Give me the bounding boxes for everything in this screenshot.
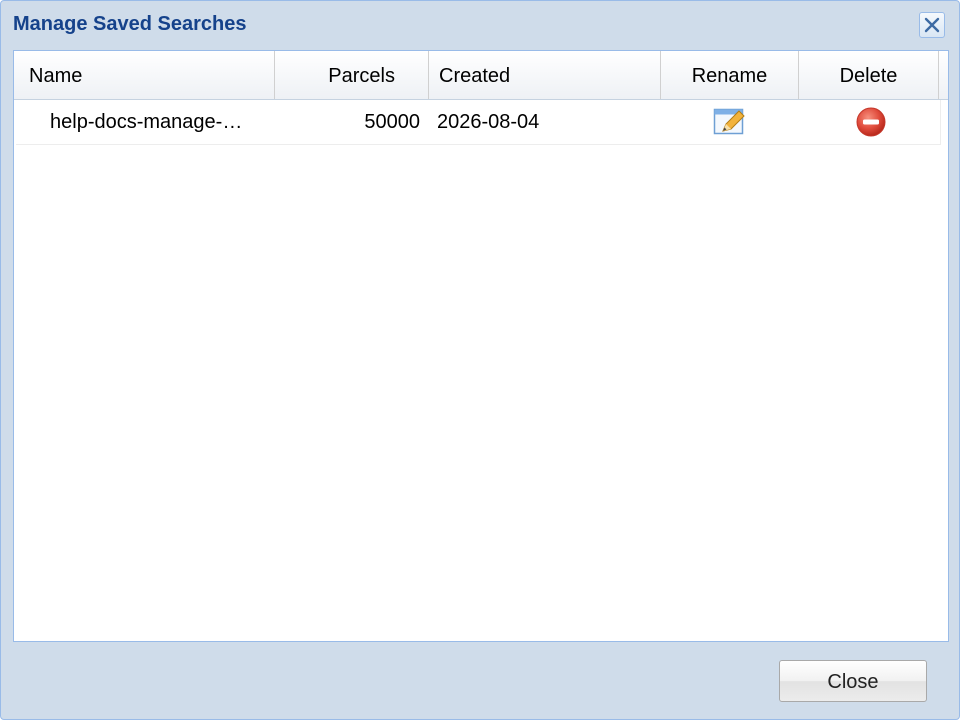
close-button[interactable]: Close [779,660,927,702]
dialog-title-bar[interactable]: Manage Saved Searches [1,1,959,49]
column-header-name[interactable]: Name [14,51,275,99]
row-parcels-cell: 50000 [364,111,420,133]
column-header-parcels[interactable]: Parcels [275,51,429,99]
row-name-cell: help-docs-manage-… [50,111,243,133]
table-row[interactable]: help-docs-manage-… 50000 2026-08-04 [16,100,941,145]
row-created-cell: 2026-08-04 [437,111,540,133]
saved-searches-grid: Name Parcels Created Rename Delete help-… [13,50,949,642]
column-header-delete[interactable]: Delete [799,51,939,99]
column-header-rename[interactable]: Rename [661,51,799,99]
manage-saved-searches-dialog: Manage Saved Searches Name Parcels Creat… [0,0,960,720]
dialog-title: Manage Saved Searches [13,13,247,35]
delete-minus-icon[interactable] [855,106,887,138]
grid-header: Name Parcels Created Rename Delete [14,51,948,100]
column-header-created[interactable]: Created [429,51,661,99]
close-x-icon[interactable] [919,12,945,38]
pencil-edit-icon[interactable] [713,106,747,138]
